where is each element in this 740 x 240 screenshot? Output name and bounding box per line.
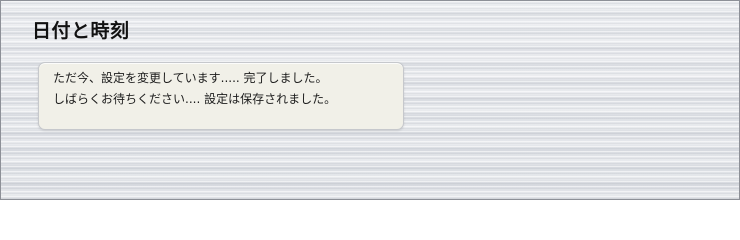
page-title: 日付と時刻 (32, 20, 130, 42)
status-message-line-2: しばらくお待ちください.... 設定は保存されました。 (53, 92, 337, 106)
settings-window: 日付と時刻 ただ今、設定を変更しています..... 完了しました。 しばらくお待… (0, 0, 740, 200)
status-message-line-1: ただ今、設定を変更しています..... 完了しました。 (53, 71, 328, 85)
status-message-box: ただ今、設定を変更しています..... 完了しました。 しばらくお待ちください.… (38, 62, 404, 130)
